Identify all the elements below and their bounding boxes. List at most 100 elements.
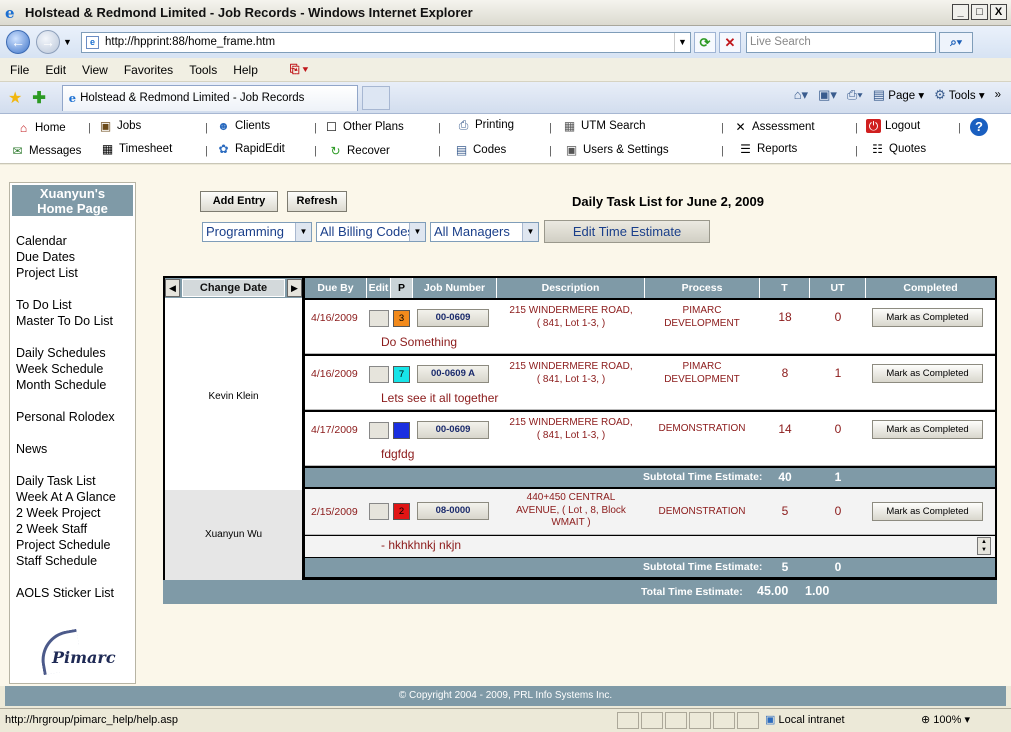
assessment-icon: ✕: [735, 120, 746, 134]
address-field[interactable]: e http://hpprint:88/home_frame.htm ▼: [81, 31, 691, 53]
sidebar-link-week-at-a-glance[interactable]: Week At A Glance: [16, 490, 116, 504]
sidebar-link-staff-schedule[interactable]: Staff Schedule: [16, 554, 97, 568]
add-entry-button[interactable]: Add Entry: [200, 191, 278, 212]
sidebar-link-daily-schedules[interactable]: Daily Schedules: [16, 346, 106, 360]
sidebar-link-daily-task-list[interactable]: Daily Task List: [16, 474, 96, 488]
minimize-button[interactable]: _: [952, 4, 969, 20]
job-number-button[interactable]: 00-0609: [417, 421, 489, 439]
sidebar-link-calendar[interactable]: Calendar: [16, 234, 67, 248]
nav-quotes[interactable]: ☷ Quotes: [870, 142, 926, 156]
description-line: 215 WINDERMERE ROAD,: [509, 361, 633, 372]
zoom-level[interactable]: ⊕ 100% ▾: [921, 713, 970, 726]
page-menu[interactable]: ▤ Page ▾: [873, 87, 924, 103]
close-button[interactable]: X: [990, 4, 1007, 20]
sidebar-link-due-dates[interactable]: Due Dates: [16, 250, 75, 264]
address-dropdown-icon[interactable]: ▼: [674, 32, 690, 52]
mark-completed-button[interactable]: Mark as Completed: [872, 308, 983, 327]
change-date-label[interactable]: Change Date: [182, 279, 285, 297]
nav-utm-search[interactable]: ▦ UTM Search: [562, 119, 646, 133]
nav-other-plans-label: Other Plans: [343, 121, 404, 133]
add-favorite-icon[interactable]: ✚: [32, 88, 45, 108]
menu-view[interactable]: View: [82, 63, 108, 77]
address-bar: ← → ▼ e http://hpprint:88/home_frame.htm…: [0, 26, 1011, 58]
nav-logout[interactable]: ⏻ Logout: [866, 119, 920, 133]
print-icon[interactable]: ⎙▾: [847, 87, 863, 103]
nav-separator: |: [855, 122, 858, 134]
menu-edit[interactable]: Edit: [45, 63, 66, 77]
nav-reports[interactable]: ☰ Reports: [738, 142, 797, 156]
description: 440+450 CENTRAL AVENUE, ( Lot , 8, Block W…: [497, 492, 645, 530]
sidebar-link-month-schedule[interactable]: Month Schedule: [16, 378, 106, 392]
process-select[interactable]: Programming ▼: [202, 222, 312, 242]
mark-completed-button[interactable]: Mark as Completed: [872, 502, 983, 521]
utm-search-icon: ▦: [563, 119, 576, 133]
pdf-icon[interactable]: ⎘ ▾: [290, 62, 308, 77]
menu-tools[interactable]: Tools: [189, 63, 217, 77]
refresh-button[interactable]: Refresh: [287, 191, 347, 212]
new-tab-button[interactable]: [361, 85, 390, 110]
job-number-button[interactable]: 00-0609: [417, 309, 489, 327]
nav-clients[interactable]: ☻ Clients: [216, 119, 270, 133]
nav-printing[interactable]: ⎙ Printing: [456, 118, 514, 132]
description-line: 440+450 CENTRAL: [526, 492, 616, 503]
search-input[interactable]: Live Search: [746, 31, 936, 53]
sidebar-link-2-week-project[interactable]: 2 Week Project: [16, 506, 101, 520]
nav-timesheet[interactable]: ▦ Timesheet: [100, 142, 172, 156]
job-number-button[interactable]: 00-0609 A: [417, 365, 489, 383]
sidebar-link-aols-sticker[interactable]: AOLS Sticker List: [16, 586, 114, 600]
forward-button[interactable]: →: [36, 30, 60, 54]
next-date-button[interactable]: ▶: [287, 279, 302, 297]
document-icon: ☐: [326, 120, 337, 134]
sidebar-link-news[interactable]: News: [16, 442, 47, 456]
history-dropdown-icon[interactable]: ▼: [63, 37, 75, 47]
feeds-icon[interactable]: ▣▾: [818, 87, 837, 103]
sidebar-link-master-todo[interactable]: Master To Do List: [16, 314, 113, 328]
search-icon[interactable]: ⌕▾: [939, 31, 973, 53]
edit-time-estimate-button[interactable]: Edit Time Estimate: [544, 220, 710, 243]
sidebar-link-2-week-staff[interactable]: 2 Week Staff: [16, 522, 87, 536]
nav-messages[interactable]: ✉ Messages: [10, 144, 81, 158]
nav-users-settings[interactable]: ▣ Users & Settings: [564, 143, 669, 157]
menu-file[interactable]: File: [10, 63, 29, 77]
maximize-button[interactable]: □: [971, 4, 988, 20]
sidebar-link-todo-list[interactable]: To Do List: [16, 298, 72, 312]
back-button[interactable]: ←: [6, 30, 30, 54]
nav-home[interactable]: ⌂ Home: [16, 121, 66, 135]
edit-button[interactable]: [369, 366, 389, 383]
stop-icon[interactable]: ✕: [719, 31, 741, 53]
mark-completed-button[interactable]: Mark as Completed: [872, 364, 983, 383]
security-zone[interactable]: ▣ Local intranet: [765, 713, 845, 726]
billing-code-select[interactable]: All Billing Codes ▼: [316, 222, 426, 242]
tools-menu[interactable]: ⚙ Tools ▾: [934, 87, 984, 103]
zoom-label: 100%: [933, 714, 962, 726]
nav-jobs[interactable]: ▣ Jobs: [98, 119, 141, 133]
nav-rapidedit[interactable]: ✿ RapidEdit: [216, 142, 284, 156]
nav-assessment[interactable]: ✕ Assessment: [733, 120, 814, 134]
nav-users-settings-label: Users & Settings: [583, 144, 669, 156]
sidebar-link-project-schedule[interactable]: Project Schedule: [16, 538, 111, 552]
menu-help[interactable]: Help: [233, 63, 258, 77]
edit-button[interactable]: [369, 310, 389, 327]
nav-codes[interactable]: ▤ Codes: [454, 143, 506, 157]
favorites-star-icon[interactable]: ★: [8, 88, 22, 108]
mark-completed-button[interactable]: Mark as Completed: [872, 420, 983, 439]
edit-button[interactable]: [369, 503, 389, 520]
home-page-title[interactable]: Xuanyun's Home Page: [12, 185, 133, 216]
help-icon[interactable]: ?: [970, 118, 988, 136]
nav-recover[interactable]: ↻ Recover: [328, 144, 389, 158]
sidebar-link-week-schedule[interactable]: Week Schedule: [16, 362, 103, 376]
sidebar-link-rolodex[interactable]: Personal Rolodex: [16, 410, 115, 424]
prev-date-button[interactable]: ◀: [165, 279, 180, 297]
home-icon[interactable]: ⌂▾: [794, 87, 808, 103]
nav-other-plans[interactable]: ☐ Other Plans: [324, 120, 404, 134]
chevron-right-icon[interactable]: »: [995, 89, 1001, 101]
refresh-icon[interactable]: ⟳: [694, 31, 716, 53]
menu-favorites[interactable]: Favorites: [124, 63, 173, 77]
nav-separator: |: [855, 145, 858, 157]
browser-tab[interactable]: e Holstead & Redmond Limited - Job Recor…: [61, 84, 358, 111]
managers-select[interactable]: All Managers ▼: [430, 222, 539, 242]
note-scroll-arrows-icon[interactable]: ▲ ▼: [977, 537, 991, 555]
job-number-button[interactable]: 08-0000: [417, 502, 489, 520]
sidebar-link-project-list[interactable]: Project List: [16, 266, 78, 280]
edit-button[interactable]: [369, 422, 389, 439]
